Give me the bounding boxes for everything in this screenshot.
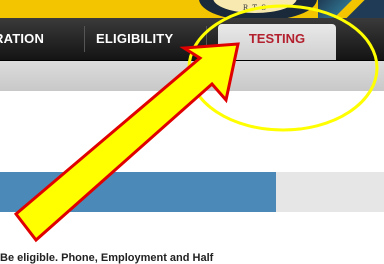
progress-fill xyxy=(0,172,277,212)
sub-navigation-bar xyxy=(0,61,384,91)
header-graphic xyxy=(318,0,384,18)
nav-item-registration[interactable]: RATION xyxy=(0,18,44,60)
main-navigation: RATION ELIGIBILITY TESTING xyxy=(0,18,384,61)
nav-item-eligibility[interactable]: ELIGIBILITY xyxy=(96,18,173,60)
logo-text: R T S xyxy=(213,0,297,13)
nav-divider xyxy=(84,26,85,52)
nav-item-testing[interactable]: TESTING xyxy=(218,24,336,60)
content-text: Be eligible. Phone, Employment and Half xyxy=(0,252,214,264)
nav-divider xyxy=(206,26,207,52)
progress-bar xyxy=(0,172,384,212)
